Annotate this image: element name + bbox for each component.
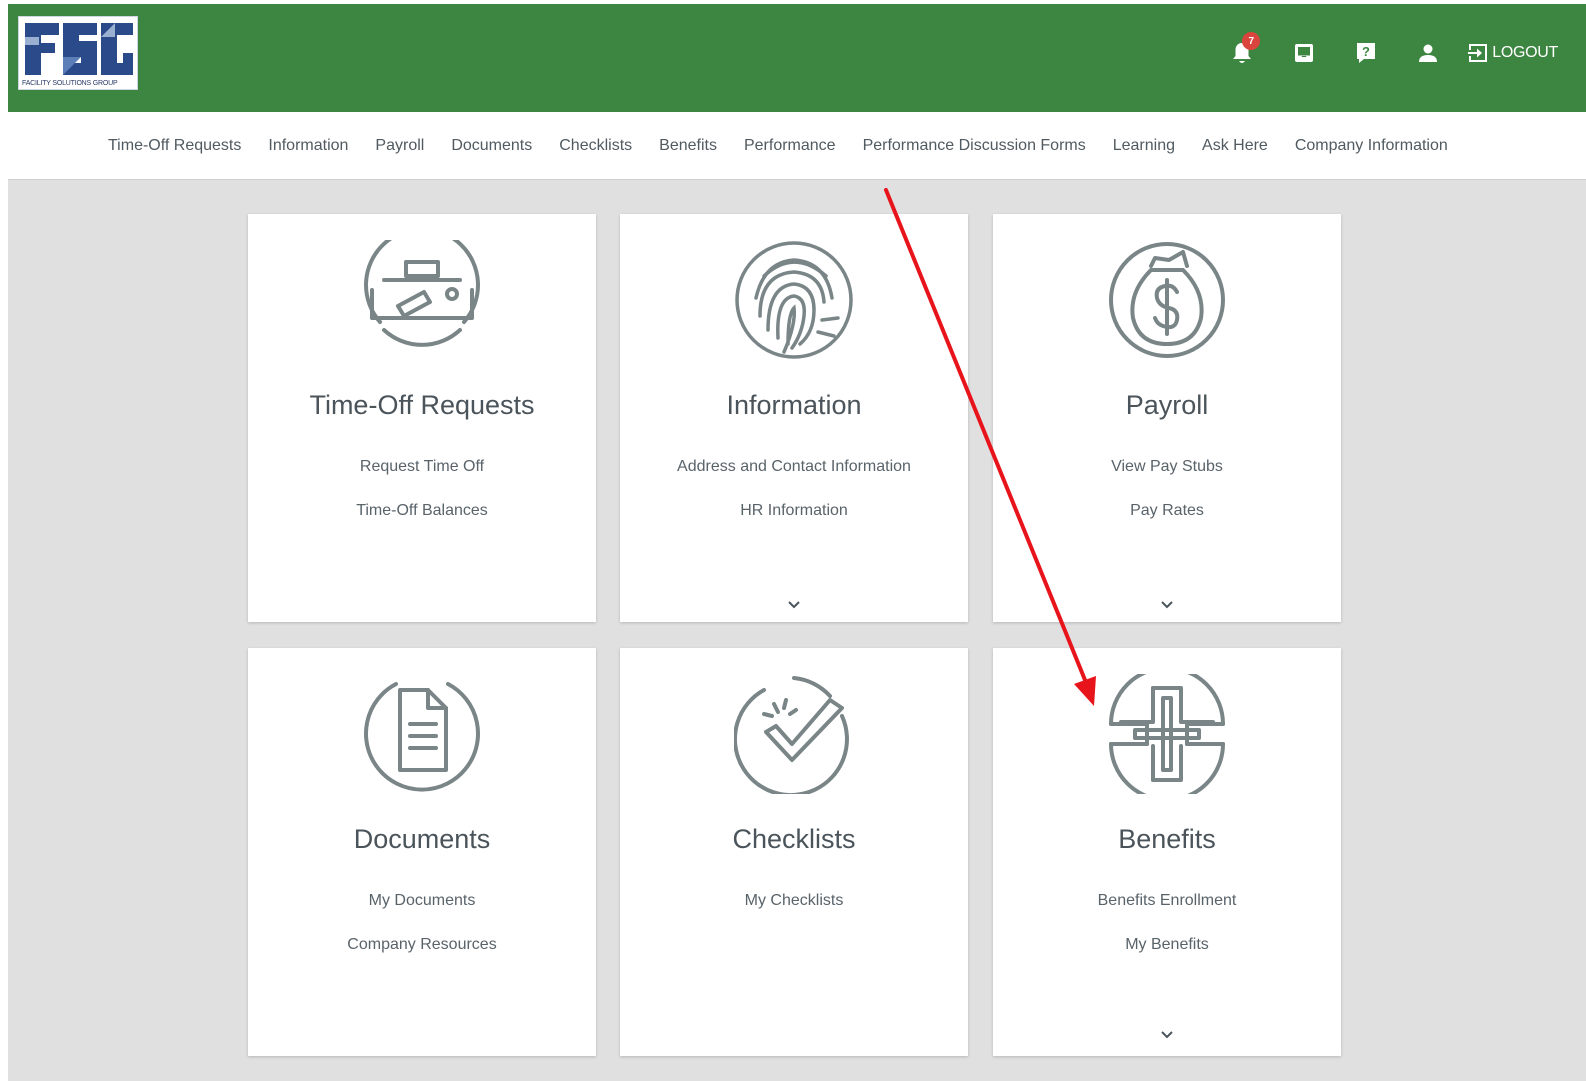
header-actions: 7 ? LOGOUT xyxy=(1195,32,1558,68)
user-icon[interactable] xyxy=(1413,38,1443,68)
nav-checklists[interactable]: Checklists xyxy=(559,137,632,155)
card-title: Payroll xyxy=(1125,390,1209,420)
chevron-down-icon[interactable] xyxy=(783,598,805,612)
nav-company-information[interactable]: Company Information xyxy=(1295,137,1448,155)
nav-ask-here[interactable]: Ask Here xyxy=(1202,137,1268,155)
request-time-off-link[interactable]: Request Time Off xyxy=(248,458,596,476)
nav-time-off-requests[interactable]: Time-Off Requests xyxy=(108,137,241,155)
nav-performance[interactable]: Performance xyxy=(744,137,836,155)
company-resources-link[interactable]: Company Resources xyxy=(248,936,596,954)
nav-payroll[interactable]: Payroll xyxy=(375,137,424,155)
my-checklists-link[interactable]: My Checklists xyxy=(620,892,968,910)
nav-benefits[interactable]: Benefits xyxy=(659,137,717,155)
inbox-icon[interactable] xyxy=(1289,38,1319,68)
notification-badge: 7 xyxy=(1242,32,1261,50)
chevron-down-icon[interactable] xyxy=(1156,598,1178,612)
time-off-balances-link[interactable]: Time-Off Balances xyxy=(248,502,596,520)
money-bag-icon xyxy=(1109,242,1225,358)
medical-cross-icon xyxy=(1109,674,1225,794)
pay-rates-link[interactable]: Pay Rates xyxy=(993,502,1341,520)
document-icon xyxy=(364,682,480,792)
help-icon[interactable]: ? xyxy=(1351,38,1381,68)
bell-icon[interactable]: 7 xyxy=(1227,32,1261,68)
card-title: Benefits xyxy=(1118,824,1216,854)
benefits-card[interactable]: Benefits Benefits Enrollment My Benefits xyxy=(993,648,1341,1056)
information-card[interactable]: Information Address and Contact Informat… xyxy=(620,214,968,622)
logo-caption: FACILITY SOLUTIONS GROUP xyxy=(22,80,118,87)
my-documents-link[interactable]: My Documents xyxy=(248,892,596,910)
nav-information[interactable]: Information xyxy=(268,137,348,155)
fingerprint-icon xyxy=(735,241,853,359)
checklists-card[interactable]: Checklists My Checklists xyxy=(620,648,968,1056)
logout-label: LOGOUT xyxy=(1492,44,1558,61)
card-title: Information xyxy=(726,390,862,420)
documents-card[interactable]: Documents My Documents Company Resources xyxy=(248,648,596,1056)
briefcase-icon xyxy=(364,240,480,347)
company-logo[interactable]: FACILITY SOLUTIONS GROUP xyxy=(18,16,138,90)
svg-text:?: ? xyxy=(1362,44,1370,59)
nav-learning[interactable]: Learning xyxy=(1113,137,1175,155)
hr-information-link[interactable]: HR Information xyxy=(620,502,968,520)
checkmark-icon xyxy=(734,676,849,794)
address-contact-link[interactable]: Address and Contact Information xyxy=(620,458,968,476)
time-off-requests-card[interactable]: Time-Off Requests Request Time Off Time-… xyxy=(248,214,596,622)
chevron-down-icon[interactable] xyxy=(1156,1028,1178,1042)
payroll-card[interactable]: Payroll View Pay Stubs Pay Rates xyxy=(993,214,1341,622)
nav-documents[interactable]: Documents xyxy=(451,137,532,155)
logout-button[interactable]: LOGOUT xyxy=(1467,42,1558,64)
logout-icon xyxy=(1468,44,1488,62)
my-benefits-link[interactable]: My Benefits xyxy=(993,936,1341,954)
card-title: Time-Off Requests xyxy=(309,390,535,420)
view-pay-stubs-link[interactable]: View Pay Stubs xyxy=(993,458,1341,476)
top-header: FACILITY SOLUTIONS GROUP 7 ? LOGOUT xyxy=(8,4,1586,112)
card-title: Documents xyxy=(353,824,491,854)
benefits-enrollment-link[interactable]: Benefits Enrollment xyxy=(993,892,1341,910)
card-title: Checklists xyxy=(732,824,856,854)
app-frame: FACILITY SOLUTIONS GROUP 7 ? LOGOUT Time… xyxy=(8,4,1586,1081)
main-nav: Time-Off Requests Information Payroll Do… xyxy=(8,112,1586,180)
fsg-logo-mark xyxy=(25,23,133,75)
nav-performance-discussion-forms[interactable]: Performance Discussion Forms xyxy=(863,137,1086,155)
